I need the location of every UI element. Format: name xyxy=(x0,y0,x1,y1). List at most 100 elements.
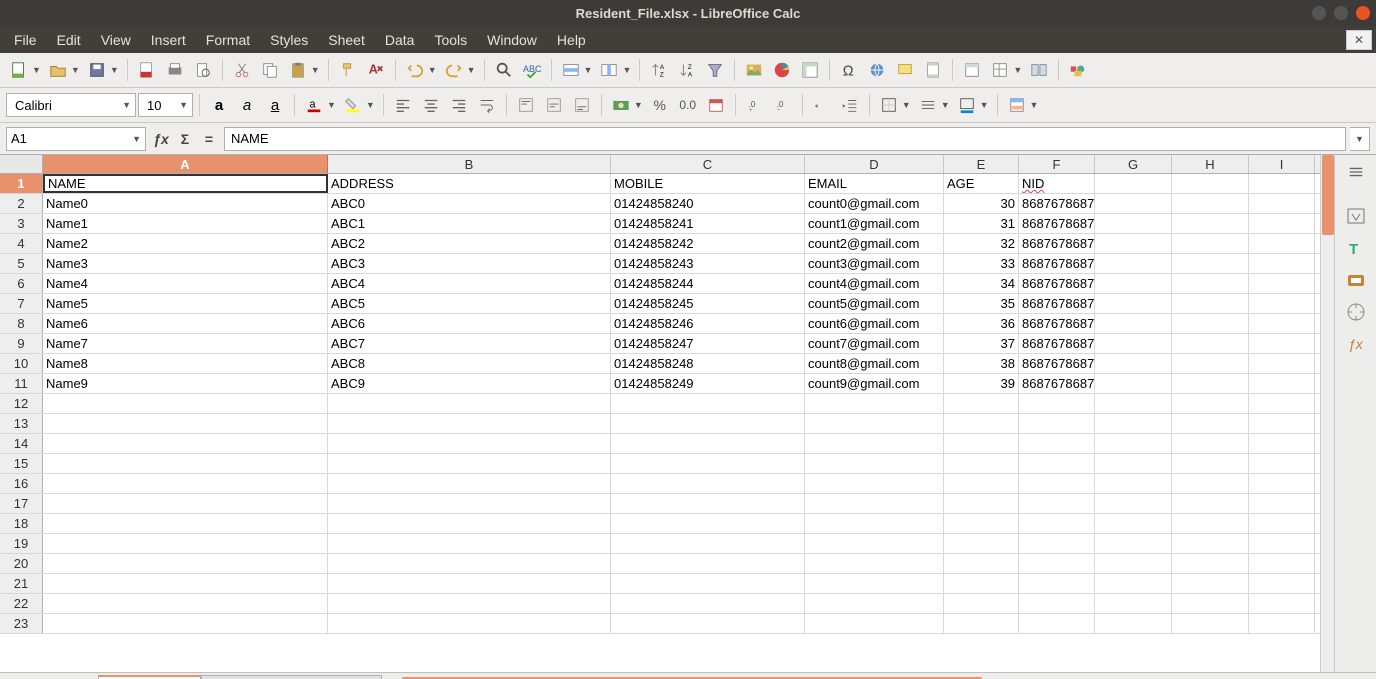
cell-F21[interactable] xyxy=(1019,574,1095,593)
cell-A2[interactable]: Name0 xyxy=(43,194,328,213)
row-header-17[interactable]: 17 xyxy=(0,494,43,513)
cell-D20[interactable] xyxy=(805,554,944,573)
cell-C21[interactable] xyxy=(611,574,805,593)
cell-A6[interactable]: Name4 xyxy=(43,274,328,293)
cell-H6[interactable] xyxy=(1172,274,1249,293)
currency-icon[interactable] xyxy=(608,92,634,118)
cell-I23[interactable] xyxy=(1249,614,1315,633)
freeze-dropdown[interactable]: ▼ xyxy=(1013,65,1022,75)
cell-F4[interactable]: 86876786876872 xyxy=(1019,234,1095,253)
cell-C4[interactable]: 01424858242 xyxy=(611,234,805,253)
cell-A18[interactable] xyxy=(43,514,328,533)
add-sheet-button[interactable]: + xyxy=(78,673,98,679)
cell-E18[interactable] xyxy=(944,514,1019,533)
cell-G6[interactable] xyxy=(1095,274,1172,293)
cell-A13[interactable] xyxy=(43,414,328,433)
cell-C3[interactable]: 01424858241 xyxy=(611,214,805,233)
cell-B23[interactable] xyxy=(328,614,611,633)
cell-A1[interactable]: NAME xyxy=(43,174,328,193)
cell-B19[interactable] xyxy=(328,534,611,553)
align-bottom-icon[interactable] xyxy=(569,92,595,118)
indent-inc-icon[interactable] xyxy=(837,92,863,118)
split-icon[interactable] xyxy=(1026,57,1052,83)
cell-E7[interactable]: 35 xyxy=(944,294,1019,313)
cell-C11[interactable]: 01424858249 xyxy=(611,374,805,393)
save-dropdown[interactable]: ▼ xyxy=(110,65,119,75)
menu-sheet[interactable]: Sheet xyxy=(318,26,375,53)
row-header-14[interactable]: 14 xyxy=(0,434,43,453)
cell-D9[interactable]: count7@gmail.com xyxy=(805,334,944,353)
undo-dropdown[interactable]: ▼ xyxy=(428,65,437,75)
cell-D13[interactable] xyxy=(805,414,944,433)
cell-I10[interactable] xyxy=(1249,354,1315,373)
cell-H4[interactable] xyxy=(1172,234,1249,253)
cell-B14[interactable] xyxy=(328,434,611,453)
cell-H7[interactable] xyxy=(1172,294,1249,313)
font-size-combo[interactable]: 10▼ xyxy=(138,93,193,117)
vertical-scrollbar[interactable] xyxy=(1320,155,1334,672)
underline-icon[interactable]: a xyxy=(262,92,288,118)
font-name-combo[interactable]: Calibri▼ xyxy=(6,93,136,117)
row-header-13[interactable]: 13 xyxy=(0,414,43,433)
row-header-2[interactable]: 2 xyxy=(0,194,43,213)
cell-I5[interactable] xyxy=(1249,254,1315,273)
row-header-23[interactable]: 23 xyxy=(0,614,43,633)
open-dropdown[interactable]: ▼ xyxy=(71,65,80,75)
document-close-tab[interactable]: ✕ xyxy=(1346,30,1372,50)
date-icon[interactable] xyxy=(703,92,729,118)
cell-B20[interactable] xyxy=(328,554,611,573)
cell-C14[interactable] xyxy=(611,434,805,453)
sum-icon[interactable]: Σ xyxy=(174,128,196,150)
name-box[interactable]: A1▼ xyxy=(6,127,146,151)
cell-C15[interactable] xyxy=(611,454,805,473)
function-wizard-icon[interactable]: ƒx xyxy=(150,128,172,150)
sidebar-settings-icon[interactable] xyxy=(1343,159,1369,185)
align-right-icon[interactable] xyxy=(446,92,472,118)
cell-E17[interactable] xyxy=(944,494,1019,513)
cell-E4[interactable]: 32 xyxy=(944,234,1019,253)
cell-C13[interactable] xyxy=(611,414,805,433)
menu-help[interactable]: Help xyxy=(547,26,596,53)
cell-G23[interactable] xyxy=(1095,614,1172,633)
cell-H17[interactable] xyxy=(1172,494,1249,513)
cell-H20[interactable] xyxy=(1172,554,1249,573)
cell-H3[interactable] xyxy=(1172,214,1249,233)
menu-styles[interactable]: Styles xyxy=(260,26,318,53)
cell-B21[interactable] xyxy=(328,574,611,593)
print-preview-icon[interactable] xyxy=(190,57,216,83)
indent-dec-icon[interactable] xyxy=(809,92,835,118)
formula-input[interactable]: NAME xyxy=(224,127,1346,151)
align-left-icon[interactable] xyxy=(390,92,416,118)
cell-E1[interactable]: AGE xyxy=(944,174,1019,193)
cell-G1[interactable] xyxy=(1095,174,1172,193)
row-header-1[interactable]: 1 xyxy=(0,174,43,193)
cell-A8[interactable]: Name6 xyxy=(43,314,328,333)
cell-G20[interactable] xyxy=(1095,554,1172,573)
formula-expand[interactable]: ▼ xyxy=(1350,127,1370,151)
cell-B8[interactable]: ABC6 xyxy=(328,314,611,333)
cell-H5[interactable] xyxy=(1172,254,1249,273)
cell-C23[interactable] xyxy=(611,614,805,633)
cell-D14[interactable] xyxy=(805,434,944,453)
italic-icon[interactable]: a xyxy=(234,92,260,118)
cell-G3[interactable] xyxy=(1095,214,1172,233)
cell-D22[interactable] xyxy=(805,594,944,613)
cell-B2[interactable]: ABC0 xyxy=(328,194,611,213)
cell-D10[interactable]: count8@gmail.com xyxy=(805,354,944,373)
paste-dropdown[interactable]: ▼ xyxy=(311,65,320,75)
show-draw-icon[interactable] xyxy=(1065,57,1091,83)
cell-F23[interactable] xyxy=(1019,614,1095,633)
col-header-G[interactable]: G xyxy=(1095,155,1172,173)
comment-icon[interactable] xyxy=(892,57,918,83)
menu-view[interactable]: View xyxy=(91,26,141,53)
cell-B12[interactable] xyxy=(328,394,611,413)
cell-C2[interactable]: 01424858240 xyxy=(611,194,805,213)
cell-B15[interactable] xyxy=(328,454,611,473)
cell-D12[interactable] xyxy=(805,394,944,413)
clear-format-icon[interactable]: A xyxy=(363,57,389,83)
cell-F14[interactable] xyxy=(1019,434,1095,453)
cell-A11[interactable]: Name9 xyxy=(43,374,328,393)
menu-format[interactable]: Format xyxy=(196,26,260,53)
cell-F1[interactable]: NID xyxy=(1019,174,1095,193)
cell-F3[interactable]: 86876786876871 xyxy=(1019,214,1095,233)
